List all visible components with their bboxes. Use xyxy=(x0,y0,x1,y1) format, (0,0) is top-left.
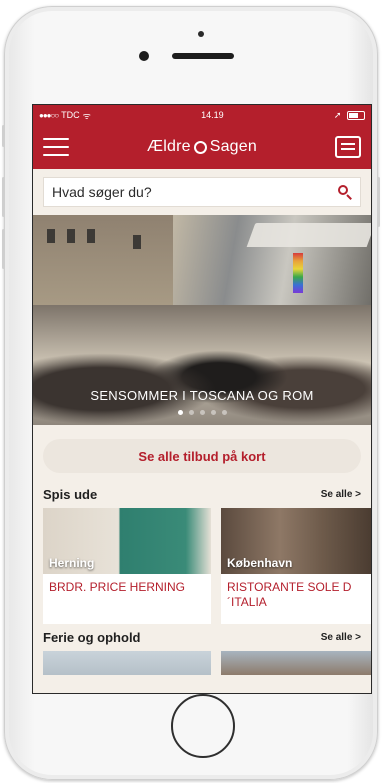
search-input[interactable]: Hvad søger du? xyxy=(43,177,361,207)
section-title: Spis ude xyxy=(43,487,98,502)
clock: 14.19 xyxy=(201,110,224,120)
search-bar-container: Hvad søger du? xyxy=(33,169,371,215)
volume-up-button xyxy=(2,177,5,217)
holiday-card-list xyxy=(33,651,371,675)
carrier-label: TDC xyxy=(61,110,80,120)
pager-dot[interactable] xyxy=(188,410,194,415)
holiday-card-image[interactable] xyxy=(43,651,211,675)
see-all-link[interactable]: Se alle > xyxy=(321,632,361,643)
pager-dot[interactable] xyxy=(177,410,183,415)
hero-carousel[interactable]: SENSOMMER I TOSCANA OG ROM xyxy=(33,215,371,425)
messages-icon[interactable] xyxy=(334,136,361,158)
earpiece-speaker xyxy=(172,53,234,59)
aeldre-sagen-logo: Ældre Sagen xyxy=(147,138,257,155)
status-bar: ●●●○○ TDC ᯤ 14.19 ➚ xyxy=(33,105,371,125)
logo-ring-icon xyxy=(193,140,207,154)
front-camera xyxy=(139,51,149,61)
hero-caption: SENSOMMER I TOSCANA OG ROM xyxy=(90,388,314,403)
section-title: Ferie og ophold xyxy=(43,630,141,645)
carousel-pager[interactable] xyxy=(33,410,371,415)
proximity-sensor xyxy=(198,31,204,37)
see-all-offers-on-map-button[interactable]: Se alle tilbud på kort xyxy=(43,439,361,473)
power-button xyxy=(377,177,380,227)
hamburger-icon[interactable] xyxy=(43,138,69,156)
app-screen: ●●●○○ TDC ᯤ 14.19 ➚ Ældre Sagen Hvad søge… xyxy=(32,104,372,694)
hero-flag-image xyxy=(293,253,303,293)
card-title: RISTORANTE SOLE D´ITALIA xyxy=(227,580,352,609)
app-header: Ældre Sagen xyxy=(33,125,371,169)
signal-dots-icon: ●●●○○ xyxy=(39,110,59,120)
battery-icon xyxy=(346,110,365,120)
pager-dot[interactable] xyxy=(199,410,205,415)
card-location: Herning xyxy=(49,556,95,570)
restaurant-card[interactable]: Herning BRDR. PRICE HERNING xyxy=(43,508,211,624)
pager-dot[interactable] xyxy=(210,410,216,415)
hero-cafe-crowd-image xyxy=(33,305,371,425)
wifi-icon: ᯤ xyxy=(82,110,91,121)
search-icon[interactable] xyxy=(338,185,352,199)
restaurant-card[interactable]: København RISTORANTE SOLE D´ITALIA xyxy=(221,508,371,624)
home-button[interactable] xyxy=(171,694,235,758)
location-arrow-icon: ➚ xyxy=(333,109,342,120)
restaurant-image: København xyxy=(221,508,371,574)
mute-switch xyxy=(2,125,5,147)
see-all-link[interactable]: Se alle > xyxy=(321,489,361,500)
holiday-card-image[interactable] xyxy=(221,651,371,675)
section-header-ferie-og-ophold: Ferie og ophold Se alle > xyxy=(33,624,371,651)
card-location: København xyxy=(227,556,293,570)
volume-down-button xyxy=(2,229,5,269)
section-header-spis-ude: Spis ude Se alle > xyxy=(33,481,371,508)
cta-container: Se alle tilbud på kort xyxy=(33,425,371,481)
pager-dot[interactable] xyxy=(221,410,227,415)
restaurant-card-list: Herning BRDR. PRICE HERNING København RI… xyxy=(33,508,371,624)
hero-awning-image xyxy=(246,223,371,247)
search-placeholder: Hvad søger du? xyxy=(52,184,152,200)
card-title: BRDR. PRICE HERNING xyxy=(49,580,186,594)
restaurant-image: Herning xyxy=(43,508,211,574)
